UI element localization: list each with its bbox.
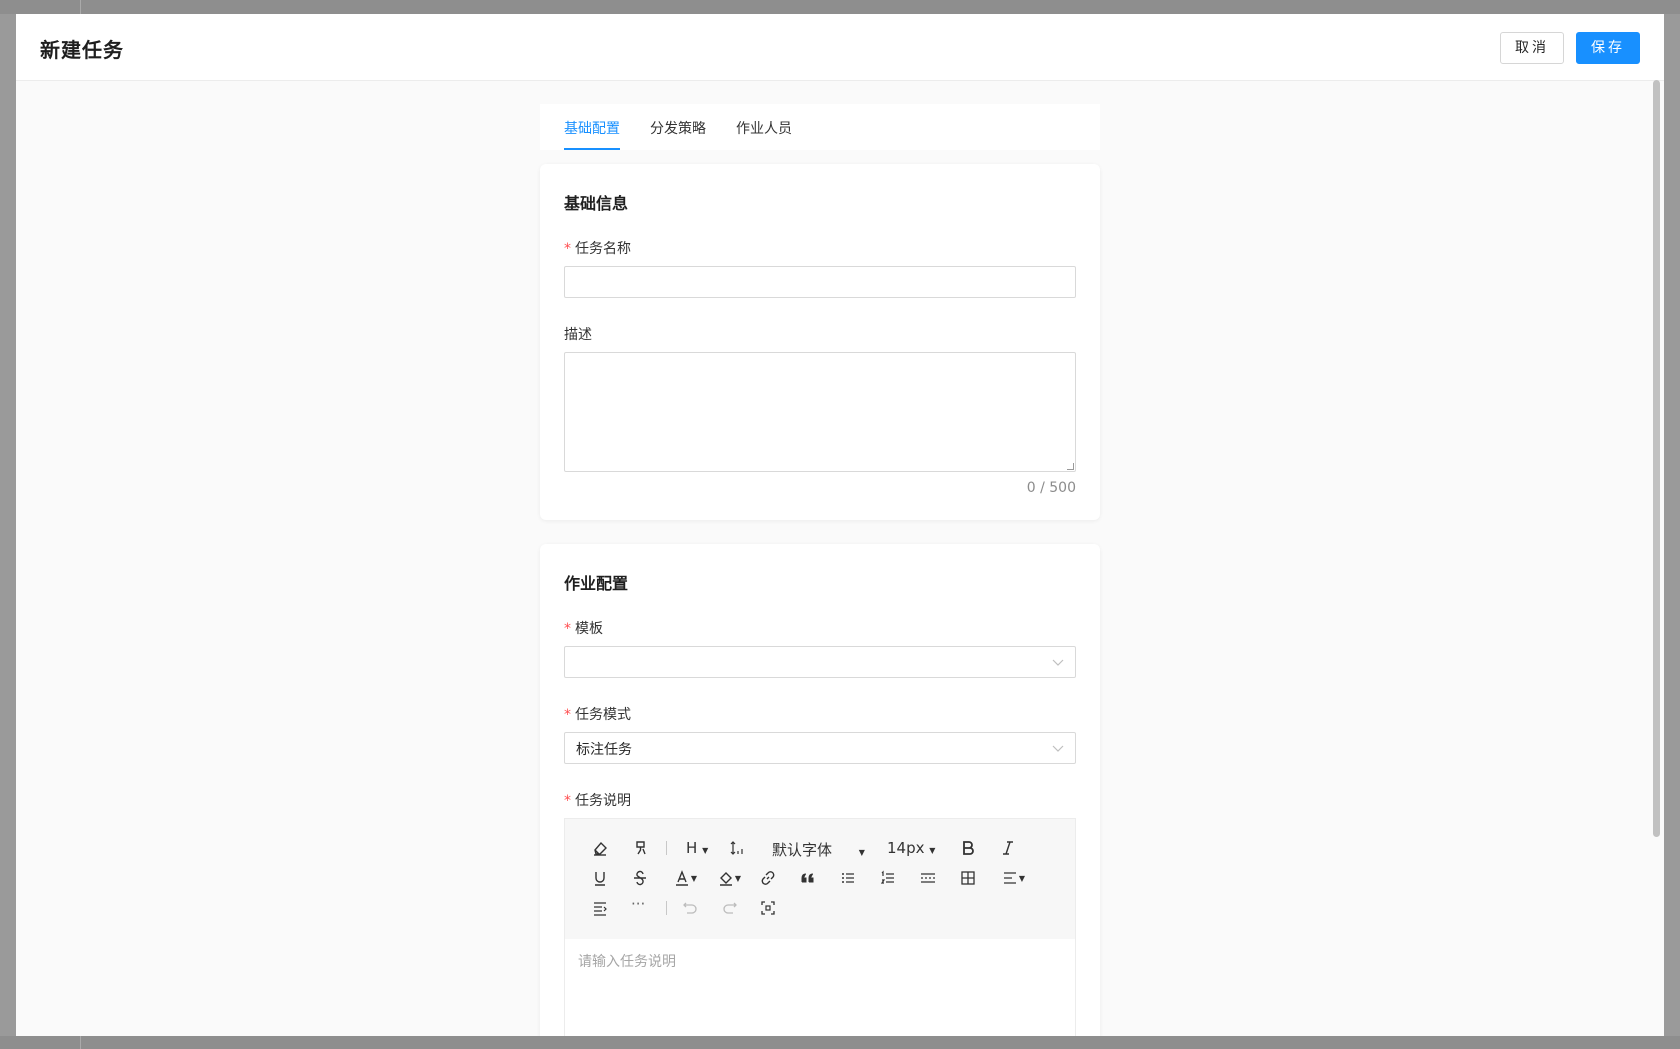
task-instructions-label-text: 任务说明 <box>575 793 631 809</box>
chevron-down-icon <box>1052 745 1064 752</box>
quote-icon[interactable] <box>797 867 819 889</box>
undo-icon[interactable] <box>679 897 701 919</box>
heading-label: H <box>686 839 698 857</box>
required-mark: * <box>564 621 571 637</box>
basic-info-card: 基础信息 * 任务名称 描述 0 / 500 <box>540 164 1100 520</box>
chevron-down-icon <box>1052 659 1064 666</box>
strikethrough-icon[interactable] <box>629 867 651 889</box>
tab-bar: 基础配置 分发策略 作业人员 <box>540 104 1100 150</box>
tab-basic-config[interactable]: 基础配置 <box>564 118 620 138</box>
fullscreen-icon[interactable] <box>757 897 779 919</box>
tab-distribution-strategy[interactable]: 分发策略 <box>650 118 706 138</box>
scrollbar-thumb[interactable] <box>1653 80 1660 837</box>
toolbar-separator <box>666 841 667 855</box>
link-icon[interactable] <box>757 867 779 889</box>
task-mode-label: * 任务模式 <box>564 704 631 724</box>
line-height-icon[interactable] <box>726 837 748 859</box>
toolbar-separator <box>666 901 667 915</box>
save-button[interactable]: 保存 <box>1576 32 1640 64</box>
more-tools-button[interactable]: ··· <box>631 895 645 913</box>
backdrop-top <box>0 0 1680 14</box>
job-config-card: 作业配置 * 模板 * 任务模式 标注任务 * 任务说明 H ▼ 默认字体 ▼ … <box>540 544 1100 1036</box>
highlight-color-dropdown[interactable]: ▼ <box>713 867 745 889</box>
template-label: * 模板 <box>564 618 603 638</box>
instructions-editor-placeholder[interactable]: 请输入任务说明 <box>578 951 676 971</box>
task-name-input[interactable] <box>564 266 1076 298</box>
tab-workers[interactable]: 作业人员 <box>736 118 792 138</box>
basic-info-title: 基础信息 <box>564 194 629 213</box>
task-mode-select[interactable]: 标注任务 <box>564 732 1076 764</box>
task-mode-label-text: 任务模式 <box>575 707 631 723</box>
font-color-dropdown[interactable]: ▼ <box>669 867 701 889</box>
resize-handle-icon[interactable] <box>1067 463 1074 470</box>
backdrop-bottom <box>0 1036 1680 1049</box>
required-mark: * <box>564 241 571 257</box>
clear-format-icon[interactable] <box>589 837 611 859</box>
font-size-dropdown[interactable]: 14px ▼ <box>887 839 935 857</box>
editor-toolbar: H ▼ 默认字体 ▼ 14px ▼ ▼ ▼ ▼ ··· <box>565 819 1075 939</box>
description-label: 描述 <box>564 327 592 343</box>
font-family-dropdown[interactable]: 默认字体 ▼ <box>772 839 865 860</box>
active-tab-indicator <box>564 148 620 150</box>
table-icon[interactable] <box>957 867 979 889</box>
caret-down-icon: ▼ <box>929 846 936 855</box>
bulleted-list-icon[interactable] <box>837 867 859 889</box>
align-dropdown[interactable]: ▼ <box>997 867 1029 889</box>
redo-icon[interactable] <box>719 897 741 919</box>
caret-down-icon: ▼ <box>734 873 742 883</box>
required-mark: * <box>564 707 571 723</box>
caret-down-icon: ▼ <box>858 848 865 857</box>
cancel-button[interactable]: 取消 <box>1500 32 1564 64</box>
italic-icon[interactable] <box>997 837 1019 859</box>
template-label-text: 模板 <box>575 621 603 637</box>
task-mode-select-value: 标注任务 <box>576 742 632 758</box>
job-config-title: 作业配置 <box>564 574 629 593</box>
template-select[interactable] <box>564 646 1076 678</box>
description-textarea[interactable] <box>564 352 1076 472</box>
new-task-modal: 新建任务 取消 保存 基础配置 分发策略 作业人员 基础信息 * 任务名称 描述 … <box>16 14 1664 1036</box>
caret-down-icon: ▼ <box>702 846 709 855</box>
format-painter-icon[interactable] <box>629 837 651 859</box>
backdrop-divider <box>80 1036 81 1049</box>
description-char-counter: 0 / 500 <box>1026 480 1076 496</box>
task-name-label-text: 任务名称 <box>575 241 631 257</box>
task-instructions-label: * 任务说明 <box>564 790 631 810</box>
caret-down-icon: ▼ <box>690 873 698 883</box>
numbered-list-icon[interactable] <box>877 867 899 889</box>
font-family-value: 默认字体 <box>772 841 833 859</box>
rich-text-editor: H ▼ 默认字体 ▼ 14px ▼ ▼ ▼ ▼ ··· 请输入任务说明 <box>564 818 1076 1036</box>
modal-header: 新建任务 取消 保存 <box>16 14 1664 81</box>
horizontal-rule-icon[interactable] <box>917 867 939 889</box>
font-size-value: 14px <box>887 839 925 857</box>
indent-icon[interactable] <box>589 897 611 919</box>
bold-icon[interactable] <box>957 837 979 859</box>
underline-icon[interactable] <box>589 867 611 889</box>
required-mark: * <box>564 793 571 809</box>
modal-title: 新建任务 <box>40 38 124 62</box>
backdrop-divider <box>80 0 81 14</box>
heading-dropdown[interactable]: H ▼ <box>686 839 708 857</box>
task-name-label: * 任务名称 <box>564 238 631 258</box>
caret-down-icon: ▼ <box>1018 873 1026 883</box>
